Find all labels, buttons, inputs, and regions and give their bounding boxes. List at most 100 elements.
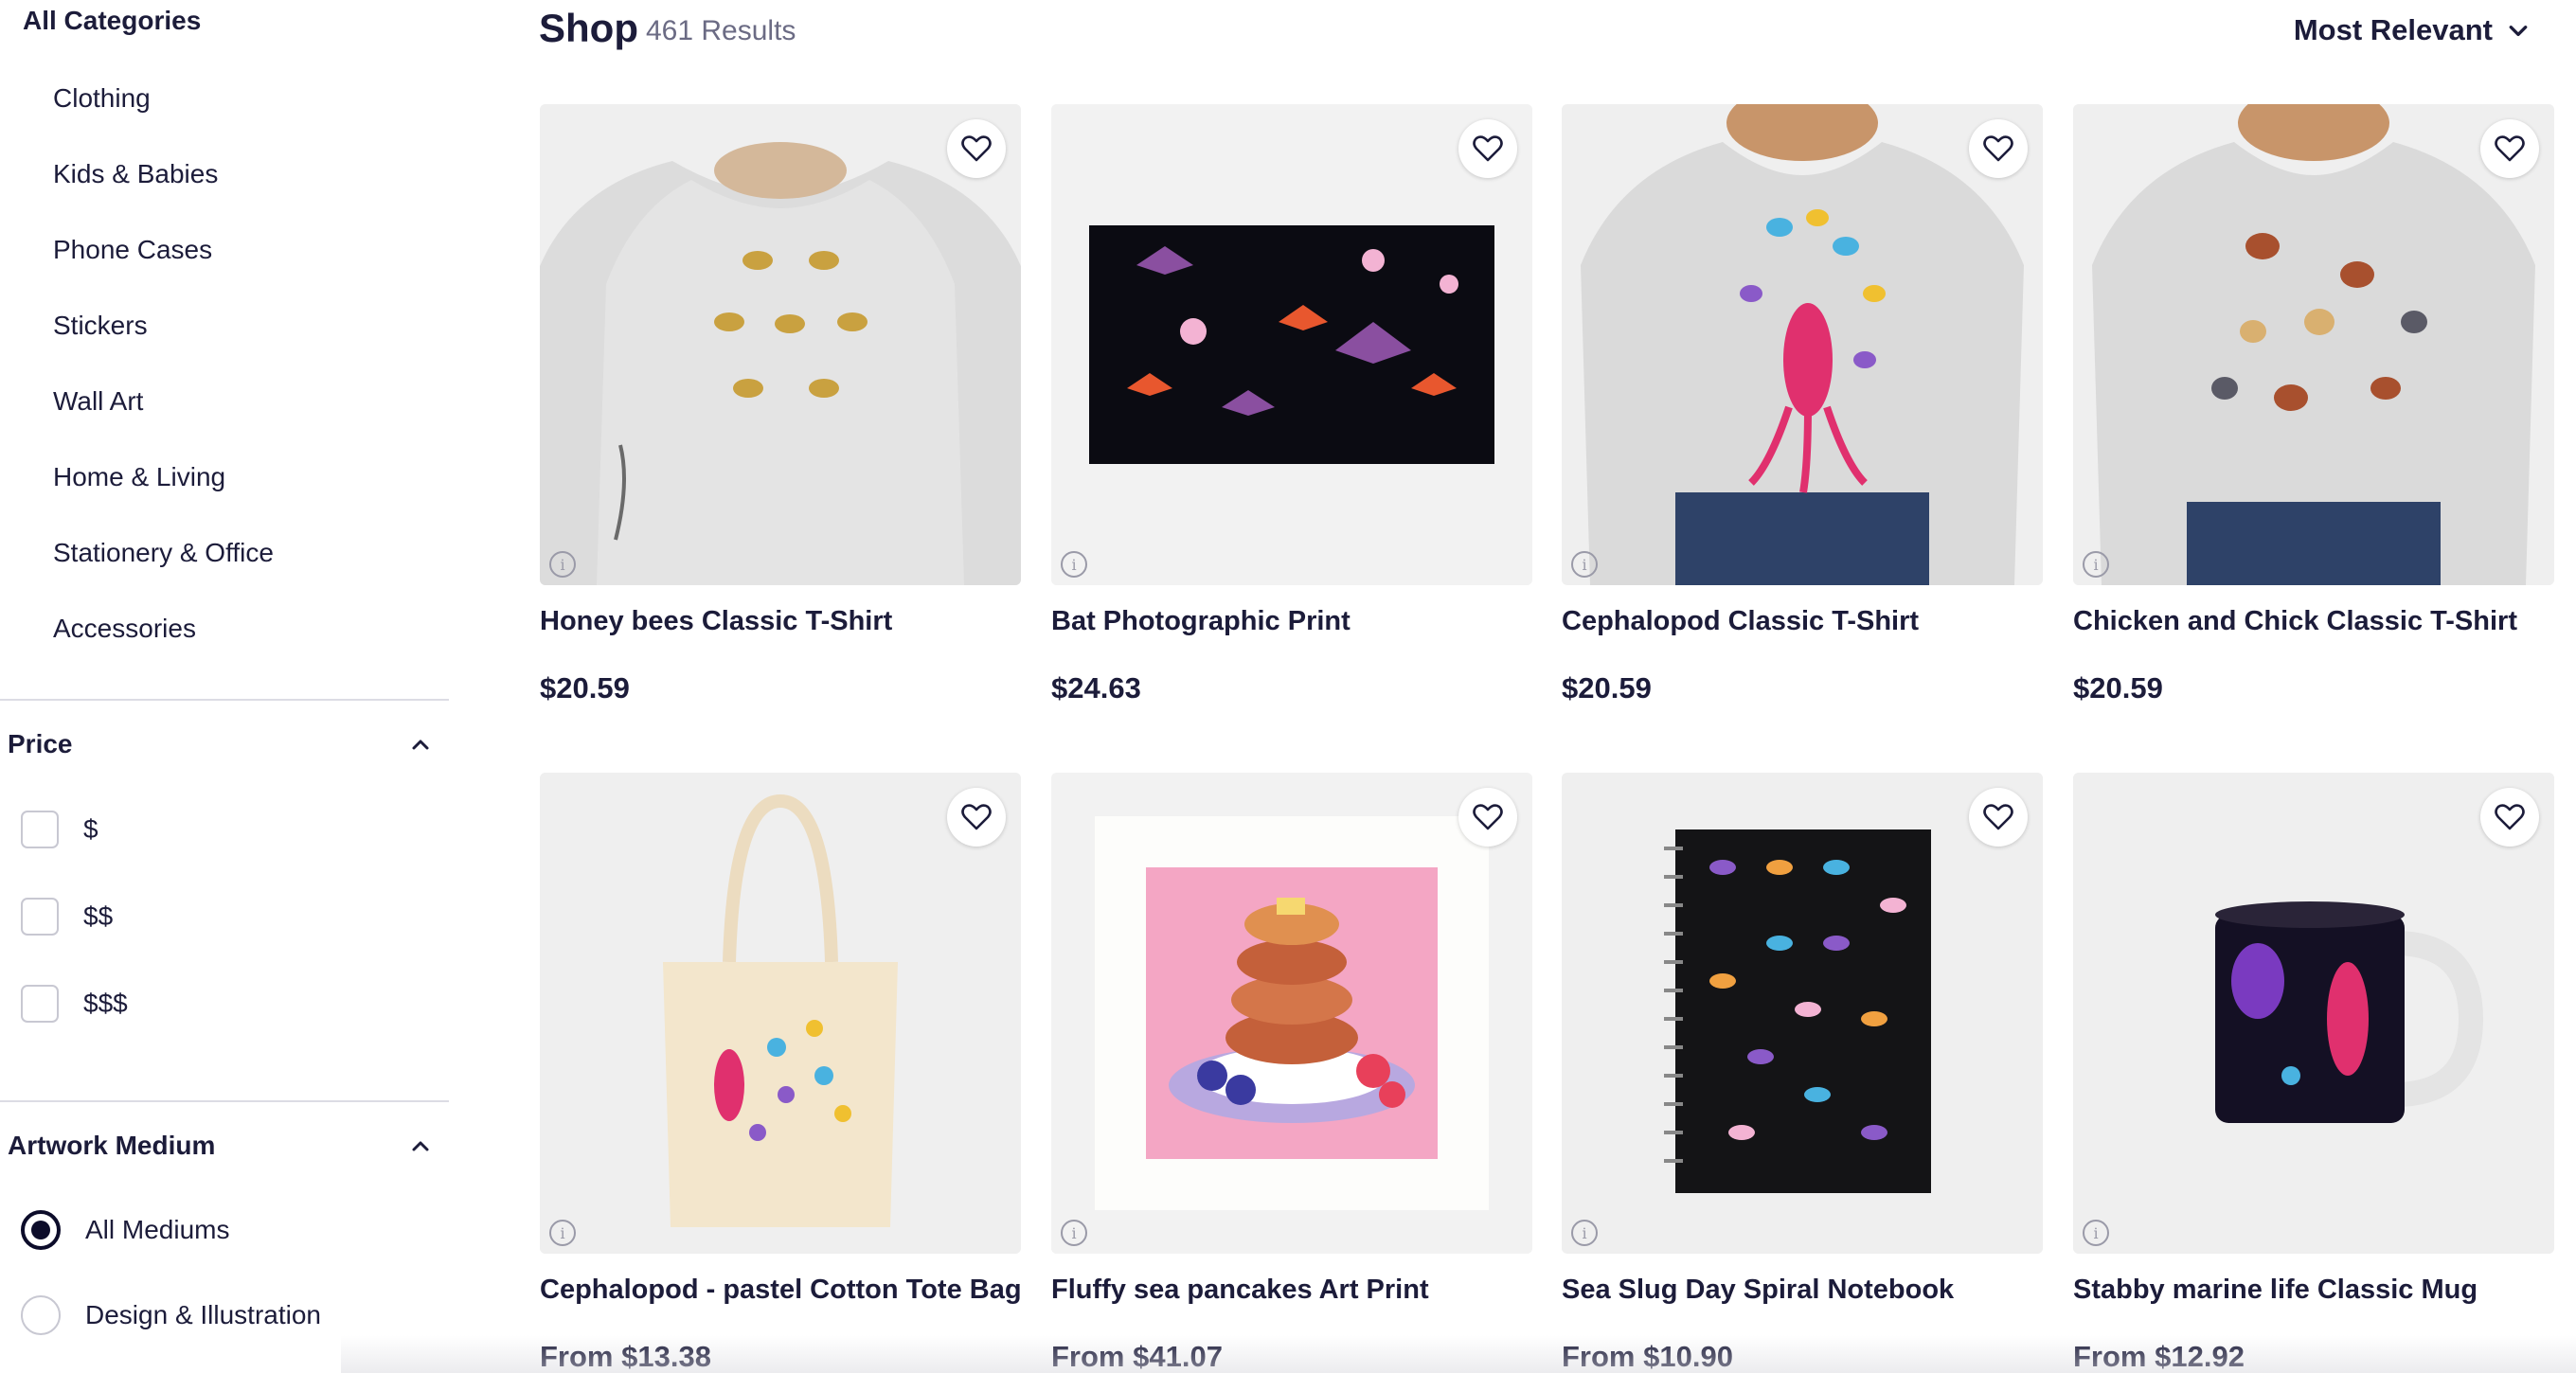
favorite-button[interactable] bbox=[1969, 788, 2028, 847]
info-icon[interactable]: i bbox=[2083, 551, 2109, 578]
price-checkbox-3[interactable] bbox=[21, 985, 59, 1023]
info-icon[interactable]: i bbox=[1571, 551, 1598, 578]
info-icon[interactable]: i bbox=[1571, 1220, 1598, 1246]
heart-icon bbox=[1983, 135, 2013, 162]
category-accessories[interactable]: Accessories bbox=[53, 610, 274, 686]
heart-icon bbox=[2495, 135, 2525, 162]
price-option-1[interactable]: $ bbox=[21, 811, 98, 848]
tshirt-chicken-image bbox=[2073, 104, 2554, 585]
medium-radio-all[interactable] bbox=[21, 1210, 61, 1250]
price-checkbox-1[interactable] bbox=[21, 811, 59, 848]
favorite-button[interactable] bbox=[1969, 119, 2028, 178]
price-option-label: $$ bbox=[83, 901, 114, 931]
heart-icon bbox=[961, 804, 992, 830]
sidebar-divider bbox=[0, 1100, 449, 1102]
product-title[interactable]: Cephalopod Classic T-Shirt bbox=[1562, 606, 2043, 637]
tshirt-bees-image bbox=[540, 104, 1021, 585]
info-icon[interactable]: i bbox=[1061, 1220, 1087, 1246]
tote-bag-image bbox=[540, 773, 1021, 1254]
all-categories-link[interactable]: All Categories bbox=[23, 6, 201, 36]
chevron-up-icon bbox=[412, 1141, 429, 1151]
favorite-button[interactable] bbox=[2480, 119, 2539, 178]
product-title[interactable]: Bat Photographic Print bbox=[1051, 606, 1532, 637]
product-price: $20.59 bbox=[1562, 671, 1652, 704]
medium-option-all[interactable]: All Mediums bbox=[21, 1210, 229, 1250]
favorite-button[interactable] bbox=[2480, 788, 2539, 847]
category-stationery-office[interactable]: Stationery & Office bbox=[53, 534, 274, 610]
product-card[interactable]: i Chicken and Chick Classic T-Shirt $20.… bbox=[2073, 104, 2554, 705]
favorite-button[interactable] bbox=[947, 788, 1006, 847]
medium-radio-design[interactable] bbox=[21, 1295, 61, 1335]
chevron-up-icon bbox=[412, 740, 429, 750]
product-price: From $12.92 bbox=[2073, 1340, 2245, 1373]
price-option-label: $$$ bbox=[83, 989, 128, 1018]
product-title[interactable]: Fluffy sea pancakes Art Print bbox=[1051, 1275, 1532, 1306]
product-price: From $13.38 bbox=[540, 1340, 711, 1373]
favorite-button[interactable] bbox=[947, 119, 1006, 178]
info-icon[interactable]: i bbox=[1061, 551, 1087, 578]
price-option-2[interactable]: $$ bbox=[21, 898, 113, 936]
product-image[interactable]: i bbox=[1562, 773, 2043, 1254]
pancake-print-image bbox=[1051, 773, 1532, 1254]
product-title[interactable]: Cephalopod - pastel Cotton Tote Bag bbox=[540, 1275, 1022, 1306]
bat-print-image bbox=[1051, 104, 1532, 585]
category-phone-cases[interactable]: Phone Cases bbox=[53, 231, 274, 307]
medium-option-label: Design & Illustration bbox=[85, 1300, 322, 1329]
product-image[interactable]: i bbox=[1051, 773, 1532, 1254]
product-image[interactable]: i bbox=[540, 104, 1021, 585]
medium-option-design[interactable]: Design & Illustration bbox=[21, 1295, 321, 1335]
page-title: Shop bbox=[539, 6, 638, 50]
product-price: $20.59 bbox=[540, 671, 630, 704]
price-option-label: $ bbox=[83, 814, 98, 844]
sidebar-divider bbox=[0, 699, 449, 701]
notebook-image bbox=[1562, 773, 2043, 1254]
category-clothing[interactable]: Clothing bbox=[53, 80, 274, 155]
results-count: 461 Results bbox=[646, 15, 796, 46]
product-title[interactable]: Stabby marine life Classic Mug bbox=[2073, 1275, 2554, 1306]
product-image[interactable]: i bbox=[2073, 773, 2554, 1254]
filter-sidebar: All Categories Clothing Kids & Babies Ph… bbox=[0, 0, 451, 1373]
product-card[interactable]: i Bat Photographic Print $24.63 bbox=[1051, 104, 1532, 705]
artwork-medium-filter-toggle[interactable]: Artwork Medium bbox=[8, 1131, 430, 1161]
info-icon[interactable]: i bbox=[2083, 1220, 2109, 1246]
favorite-button[interactable] bbox=[1458, 788, 1517, 847]
product-card[interactable]: i Cephalopod - pastel Cotton Tote Bag Fr… bbox=[540, 773, 1022, 1373]
product-price: From $10.90 bbox=[1562, 1340, 1733, 1373]
product-price: $20.59 bbox=[2073, 671, 2163, 704]
category-home-living[interactable]: Home & Living bbox=[53, 458, 274, 534]
heart-icon bbox=[961, 135, 992, 162]
product-card[interactable]: i Cephalopod Classic T-Shirt $20.59 bbox=[1562, 104, 2043, 705]
category-kids-babies[interactable]: Kids & Babies bbox=[53, 155, 274, 231]
product-image[interactable]: i bbox=[2073, 104, 2554, 585]
price-filter-toggle[interactable]: Price bbox=[8, 729, 430, 759]
medium-option-label: All Mediums bbox=[85, 1215, 230, 1244]
sort-dropdown[interactable]: Most Relevant bbox=[2294, 13, 2529, 47]
category-wall-art[interactable]: Wall Art bbox=[53, 383, 274, 458]
price-checkbox-2[interactable] bbox=[21, 898, 59, 936]
product-image[interactable]: i bbox=[540, 773, 1021, 1254]
chevron-down-icon bbox=[2509, 26, 2528, 37]
product-title[interactable]: Chicken and Chick Classic T-Shirt bbox=[2073, 606, 2554, 637]
product-card[interactable]: i Fluffy sea pancakes Art Print From $41… bbox=[1051, 773, 1532, 1373]
product-price: From $41.07 bbox=[1051, 1340, 1223, 1373]
category-stickers[interactable]: Stickers bbox=[53, 307, 274, 383]
product-card[interactable]: i Stabby marine life Classic Mug From $1… bbox=[2073, 773, 2554, 1373]
heart-icon bbox=[1473, 135, 1503, 162]
product-image[interactable]: i bbox=[1562, 104, 2043, 585]
info-icon[interactable]: i bbox=[549, 1220, 576, 1246]
heart-icon bbox=[1473, 804, 1503, 830]
product-price: $24.63 bbox=[1051, 671, 1141, 704]
favorite-button[interactable] bbox=[1458, 119, 1517, 178]
product-image[interactable]: i bbox=[1051, 104, 1532, 585]
product-card[interactable]: i Sea Slug Day Spiral Notebook From $10.… bbox=[1562, 773, 2043, 1373]
price-option-3[interactable]: $$$ bbox=[21, 985, 128, 1023]
category-list: Clothing Kids & Babies Phone Cases Stick… bbox=[53, 80, 274, 686]
product-card[interactable]: i Honey bees Classic T-Shirt $20.59 bbox=[540, 104, 1021, 705]
sort-label: Most Relevant bbox=[2293, 13, 2493, 46]
heart-icon bbox=[1983, 804, 2013, 830]
product-title[interactable]: Sea Slug Day Spiral Notebook bbox=[1562, 1275, 2043, 1306]
price-filter-title: Price bbox=[8, 729, 73, 758]
info-icon[interactable]: i bbox=[549, 551, 576, 578]
product-title[interactable]: Honey bees Classic T-Shirt bbox=[540, 606, 1021, 637]
artwork-medium-title: Artwork Medium bbox=[8, 1131, 216, 1160]
